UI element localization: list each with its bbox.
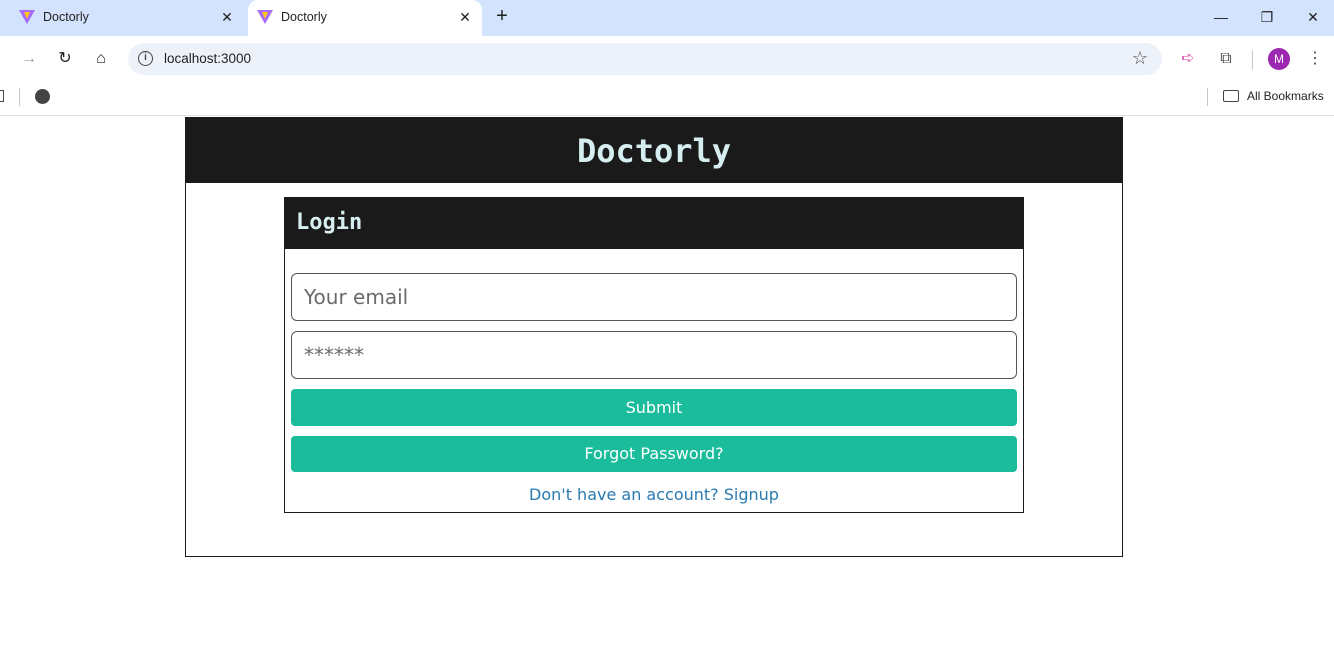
tab-strip: Doctorly ✕ Doctorly ✕ + — ❐ ✕ bbox=[0, 0, 1334, 36]
toolbar-divider bbox=[1252, 50, 1253, 70]
browser-toolbar: → ↻ ⌂ i localhost:3000 ☆ ➪ ⧉ M ⋮ bbox=[0, 36, 1334, 82]
address-bar[interactable]: i localhost:3000 ☆ bbox=[128, 43, 1162, 75]
forward-icon[interactable]: → bbox=[17, 47, 41, 71]
bookmarks-bar: All Bookmarks bbox=[0, 82, 1334, 116]
url-text[interactable]: localhost:3000 bbox=[164, 51, 251, 66]
minimize-button[interactable]: — bbox=[1207, 4, 1235, 30]
menu-icon[interactable]: ⋮ bbox=[1303, 47, 1327, 71]
forgot-password-button[interactable]: Forgot Password? bbox=[291, 436, 1017, 472]
site-info-icon[interactable]: i bbox=[138, 51, 153, 66]
bookmarks-divider bbox=[19, 88, 20, 106]
password-field[interactable] bbox=[291, 331, 1017, 379]
apps-grid-icon[interactable] bbox=[0, 90, 4, 102]
app-container: Doctorly Login Submit Forgot Password? D… bbox=[185, 117, 1123, 557]
app-header: Doctorly bbox=[186, 118, 1122, 183]
bookmark-star-icon[interactable]: ☆ bbox=[1132, 48, 1148, 69]
tab-title: Doctorly bbox=[281, 10, 327, 24]
extension-icon[interactable]: ➪ bbox=[1176, 47, 1200, 71]
folder-icon[interactable] bbox=[1223, 90, 1239, 102]
page-title: Doctorly bbox=[576, 131, 732, 170]
all-bookmarks-link[interactable]: All Bookmarks bbox=[1247, 89, 1324, 103]
login-header: Login bbox=[285, 198, 1023, 249]
globe-icon[interactable] bbox=[35, 89, 50, 104]
tab-close-icon[interactable]: ✕ bbox=[456, 8, 474, 26]
signup-link[interactable]: Don't have an account? Signup bbox=[285, 485, 1023, 504]
avatar[interactable]: M bbox=[1268, 48, 1290, 70]
email-field[interactable] bbox=[291, 273, 1017, 321]
vite-favicon-icon bbox=[257, 10, 273, 24]
reload-icon[interactable]: ↻ bbox=[53, 47, 77, 71]
puzzle-icon[interactable]: ⧉ bbox=[1214, 47, 1238, 71]
tab-doctorly-inactive[interactable]: Doctorly ✕ bbox=[0, 0, 246, 36]
vite-favicon-icon bbox=[19, 10, 35, 24]
restore-button[interactable]: ❐ bbox=[1253, 4, 1281, 30]
login-heading: Login bbox=[296, 210, 363, 235]
home-icon[interactable]: ⌂ bbox=[89, 47, 113, 71]
submit-button[interactable]: Submit bbox=[291, 389, 1017, 426]
bookmarks-divider bbox=[1207, 88, 1208, 106]
close-window-button[interactable]: ✕ bbox=[1299, 4, 1327, 30]
tab-close-icon[interactable]: ✕ bbox=[218, 8, 236, 26]
login-card: Login Submit Forgot Password? Don't have… bbox=[284, 197, 1024, 513]
tab-doctorly-active[interactable]: Doctorly ✕ bbox=[248, 0, 482, 36]
tab-title: Doctorly bbox=[43, 10, 89, 24]
new-tab-button[interactable]: + bbox=[491, 6, 513, 28]
